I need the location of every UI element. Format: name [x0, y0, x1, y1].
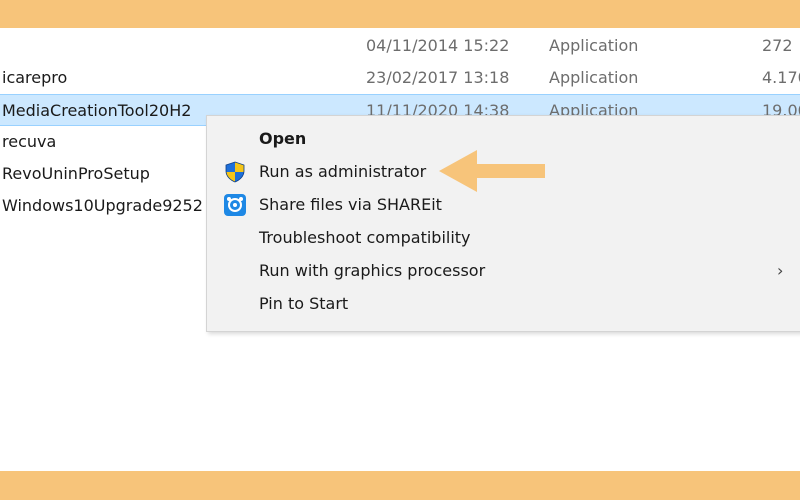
bottom-band	[0, 471, 800, 500]
menu-item-troubleshoot[interactable]: Troubleshoot compatibility	[207, 221, 800, 254]
file-size: 4.170	[762, 68, 800, 87]
shield-icon	[224, 161, 246, 183]
menu-item-label: Open	[259, 129, 307, 148]
menu-item-label: Run with graphics processor	[259, 261, 486, 280]
file-name: Windows10Upgrade9252	[2, 196, 203, 215]
file-row[interactable]: 04/11/2014 15:22 Application 272	[0, 30, 800, 62]
highlight-arrow-icon	[439, 150, 545, 192]
file-type: Application	[549, 36, 639, 55]
file-name: recuva	[2, 132, 57, 151]
file-name: RevoUninProSetup	[2, 164, 150, 183]
file-name: MediaCreationTool20H2	[2, 101, 192, 120]
file-name: icarepro	[2, 68, 68, 87]
menu-item-pin-to-start[interactable]: Pin to Start	[207, 287, 800, 320]
file-date: 23/02/2017 13:18	[366, 68, 510, 87]
menu-item-label: Pin to Start	[259, 294, 349, 313]
menu-item-run-with-gpu[interactable]: Run with graphics processor ›	[207, 254, 800, 287]
menu-item-label: Share files via SHAREit	[259, 195, 442, 214]
explorer-panel: 04/11/2014 15:22 Application 272 icarepr…	[0, 28, 800, 471]
chevron-right-icon: ›	[777, 261, 784, 280]
file-type: Application	[549, 68, 639, 87]
file-row[interactable]: icarepro 23/02/2017 13:18 Application 4.…	[0, 62, 800, 94]
shareit-icon	[224, 194, 246, 216]
file-date: 04/11/2014 15:22	[366, 36, 510, 55]
menu-item-label: Troubleshoot compatibility	[259, 228, 471, 247]
file-size: 272	[762, 36, 793, 55]
menu-item-label: Run as administrator	[259, 162, 427, 181]
